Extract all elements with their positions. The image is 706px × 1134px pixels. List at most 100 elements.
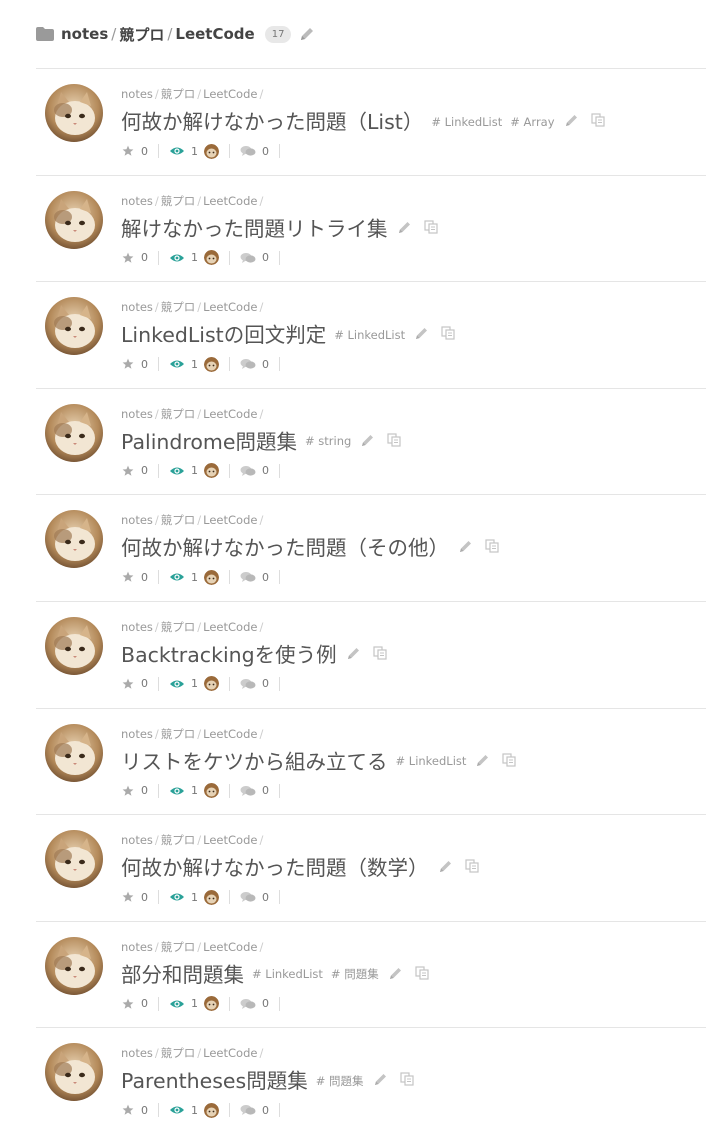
tag-link[interactable]: # 問題集 (331, 967, 379, 981)
author-avatar[interactable] (45, 830, 103, 889)
comments-icon[interactable] (240, 891, 256, 903)
copy-icon[interactable] (485, 539, 499, 553)
breadcrumb-kyopro[interactable]: 競プロ (119, 24, 164, 45)
breadcrumb-notes[interactable]: notes (61, 25, 108, 43)
note-list-item[interactable]: notes / 競プロ / LeetCode / 何故か解けなかった問題（数学） 0 (36, 814, 706, 921)
copy-icon[interactable] (441, 326, 455, 340)
reader-avatar[interactable] (204, 889, 219, 905)
comments-icon[interactable] (240, 785, 256, 797)
path-notes[interactable]: notes (121, 300, 153, 314)
path-kyopro[interactable]: 競プロ (161, 620, 196, 634)
tag-link[interactable]: # LinkedList (396, 754, 467, 768)
note-list-item[interactable]: notes / 競プロ / LeetCode / LinkedListの回文判定 # Li… (36, 281, 706, 388)
copy-icon[interactable] (399, 1072, 414, 1086)
star-icon[interactable] (121, 891, 135, 903)
note-list-item[interactable]: notes / 競プロ / LeetCode / 何故か解けなかった問題（List） # … (36, 68, 706, 175)
note-title-link[interactable]: 部分和問題集 (121, 958, 244, 988)
pencil-icon[interactable] (347, 646, 361, 660)
copy-icon[interactable] (464, 859, 479, 873)
copy-icon[interactable] (373, 646, 387, 660)
copy-icon[interactable] (423, 219, 438, 234)
reader-avatar[interactable] (204, 569, 219, 585)
note-title-link[interactable]: 何故か解けなかった問題（その他） (121, 531, 449, 561)
tag-link[interactable]: # Array (510, 115, 554, 129)
path-leetcode[interactable]: LeetCode (203, 620, 257, 634)
path-kyopro[interactable]: 競プロ (161, 300, 196, 314)
path-notes[interactable]: notes (121, 407, 153, 421)
note-list-item[interactable]: notes / 競プロ / LeetCode / リストをケツから組み立てる # Link… (36, 707, 706, 815)
tag-link[interactable]: # LinkedList (431, 115, 502, 129)
path-leetcode[interactable]: LeetCode (203, 194, 257, 208)
star-icon[interactable] (121, 785, 135, 797)
pencil-icon[interactable] (398, 220, 412, 234)
comments-icon[interactable] (240, 465, 256, 477)
path-notes[interactable]: notes (121, 833, 153, 847)
star-icon[interactable] (121, 1104, 135, 1116)
author-avatar[interactable] (45, 936, 103, 995)
reader-avatar[interactable] (204, 783, 219, 799)
path-kyopro[interactable]: 競プロ (161, 833, 196, 847)
path-notes[interactable]: notes (121, 620, 153, 634)
path-notes[interactable]: notes (121, 940, 153, 954)
path-kyopro[interactable]: 競プロ (161, 194, 196, 208)
path-notes[interactable]: notes (121, 87, 153, 101)
pencil-icon[interactable] (389, 966, 403, 980)
note-title-link[interactable]: Parentheses問題集 (121, 1064, 308, 1094)
star-icon[interactable] (121, 998, 135, 1010)
copy-icon[interactable] (415, 966, 429, 980)
reader-avatar[interactable] (204, 676, 219, 692)
comments-icon[interactable] (240, 1104, 256, 1116)
note-list-item[interactable]: notes / 競プロ / LeetCode / 部分和問題集 # LinkedList #… (36, 920, 706, 1028)
star-icon[interactable] (121, 678, 135, 690)
pencil-icon[interactable] (439, 859, 453, 873)
reader-avatar[interactable] (204, 463, 219, 479)
tag-link[interactable]: # LinkedList (252, 967, 323, 981)
path-leetcode[interactable]: LeetCode (203, 300, 257, 314)
note-title-link[interactable]: 解けなかった問題リトライ集 (121, 212, 388, 242)
note-list-item[interactable]: notes / 競プロ / LeetCode / 何故か解けなかった問題（その他） 0 (36, 494, 706, 601)
pencil-icon[interactable] (476, 753, 490, 767)
comments-icon[interactable] (240, 358, 256, 370)
comments-icon[interactable] (240, 678, 256, 690)
author-avatar[interactable] (45, 84, 103, 142)
path-leetcode[interactable]: LeetCode (203, 940, 257, 954)
star-icon[interactable] (121, 145, 135, 157)
note-list-item[interactable]: notes / 競プロ / LeetCode / Backtrackingを使う例 0 (36, 600, 706, 708)
copy-icon[interactable] (590, 113, 605, 127)
comments-icon[interactable] (240, 252, 256, 264)
path-kyopro[interactable]: 競プロ (161, 727, 196, 741)
note-title-link[interactable]: LinkedListの回文判定 (121, 318, 326, 348)
path-kyopro[interactable]: 競プロ (161, 940, 196, 954)
pencil-icon[interactable] (299, 26, 315, 42)
author-avatar[interactable] (45, 616, 103, 675)
author-avatar[interactable] (45, 723, 103, 782)
copy-icon[interactable] (387, 433, 401, 447)
path-leetcode[interactable]: LeetCode (203, 407, 257, 421)
path-kyopro[interactable]: 競プロ (161, 513, 196, 527)
path-leetcode[interactable]: LeetCode (203, 1046, 257, 1060)
path-kyopro[interactable]: 競プロ (161, 1046, 196, 1060)
path-leetcode[interactable]: LeetCode (203, 513, 257, 527)
note-title-link[interactable]: 何故か解けなかった問題（数学） (121, 851, 429, 881)
path-leetcode[interactable]: LeetCode (203, 833, 257, 847)
note-list-item[interactable]: notes/競プロ/LeetCode/ 解けなかった問題リトライ集 0 (36, 174, 706, 282)
pencil-icon[interactable] (415, 326, 429, 340)
tag-link[interactable]: # LinkedList (334, 328, 405, 342)
reader-avatar[interactable] (204, 996, 219, 1012)
reader-avatar[interactable] (204, 1102, 219, 1118)
author-avatar[interactable] (45, 403, 103, 462)
author-avatar[interactable] (45, 190, 103, 249)
reader-avatar[interactable] (204, 143, 219, 159)
reader-avatar[interactable] (204, 356, 219, 372)
path-notes[interactable]: notes (121, 1046, 153, 1060)
comments-icon[interactable] (240, 998, 256, 1010)
note-title-link[interactable]: Palindrome問題集 (121, 425, 297, 455)
path-leetcode[interactable]: LeetCode (203, 87, 257, 101)
comments-icon[interactable] (240, 571, 256, 583)
pencil-icon[interactable] (361, 433, 375, 447)
note-list-item[interactable]: notes / 競プロ / LeetCode / Palindrome問題集 # stri… (36, 387, 706, 495)
author-avatar[interactable] (45, 297, 103, 356)
tag-link[interactable]: # string (305, 434, 351, 448)
path-kyopro[interactable]: 競プロ (161, 87, 196, 101)
star-icon[interactable] (121, 252, 135, 264)
